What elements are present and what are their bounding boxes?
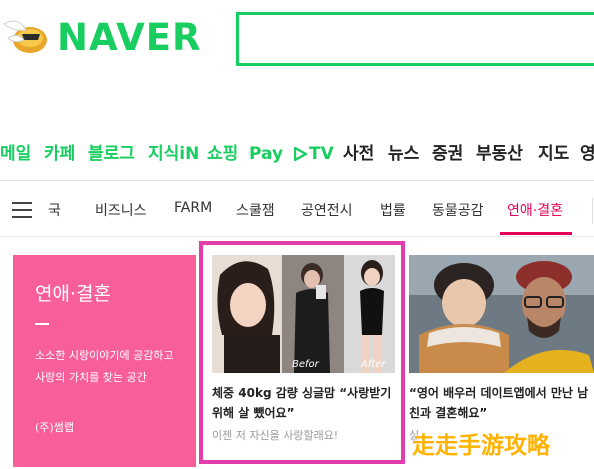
nav-cafe[interactable]: 카페	[44, 140, 75, 168]
article-thumbnail[interactable]: Befor After	[212, 255, 395, 373]
nav-blog[interactable]: 블로그	[88, 140, 135, 168]
category-tabs: 국 비즈니스 FARM 스쿨잼 공연전시 법률 동물공감 연애·결혼	[0, 196, 594, 228]
watermark: 走走手游攻略	[412, 433, 550, 459]
nav-tv[interactable]: TV	[294, 140, 334, 168]
article-thumbnail[interactable]	[409, 255, 594, 373]
play-icon	[294, 147, 307, 161]
promo-dash	[35, 323, 49, 325]
after-label: After	[361, 359, 386, 370]
tab-partial[interactable]: 국	[48, 200, 61, 220]
mascot-icon	[3, 20, 47, 53]
active-tab-indicator	[500, 232, 572, 235]
nav-map[interactable]: 지도	[538, 140, 569, 168]
nav-stock[interactable]: 증권	[432, 140, 463, 168]
tab-animal[interactable]: 동물공감	[432, 200, 484, 220]
article-title[interactable]: “영어 배우러 데이트앱에서 만난 남친과 결혼해요”	[409, 383, 594, 423]
nav-news[interactable]: 뉴스	[388, 140, 419, 168]
article-card[interactable]: Befor After 체중 40kg 감량 싱글맘 “사랑받기 위해 살 뺐어…	[212, 255, 395, 467]
nav-kin[interactable]: 지식iN	[148, 140, 199, 168]
article-title[interactable]: 체중 40kg 감량 싱글맘 “사랑받기 위해 살 뺐어요”	[212, 383, 395, 423]
divider	[0, 180, 594, 181]
search-input[interactable]	[236, 12, 594, 66]
promo-title: 연애·결혼	[35, 283, 111, 305]
nav-dictionary[interactable]: 사전	[343, 140, 374, 168]
nav-realestate[interactable]: 부동산	[476, 140, 523, 168]
divider	[0, 236, 594, 237]
tab-performance[interactable]: 공연전시	[301, 200, 353, 220]
logo-text: NAVER	[57, 16, 202, 59]
promo-card[interactable]: 연애·결혼 소소한 시랑이야기에 공감하고 사랑의 가치를 찾는 공간 (주)썸…	[13, 255, 196, 467]
nav-mail[interactable]: 메일	[0, 140, 31, 168]
nav-tv-label: TV	[309, 144, 334, 164]
tab-law[interactable]: 법률	[380, 200, 406, 220]
nav-pay[interactable]: Pay	[249, 140, 283, 168]
nav-shopping[interactable]: 쇼핑	[207, 140, 238, 168]
tab-business[interactable]: 비즈니스	[95, 200, 147, 220]
promo-description: 소소한 시랑이야기에 공감하고 사랑의 가치를 찾는 공간	[35, 349, 174, 384]
promo-source: (주)썸랩	[35, 421, 74, 434]
tab-schooljam[interactable]: 스쿨잼	[236, 200, 275, 220]
before-label: Befor	[292, 359, 319, 370]
article-subtitle: 이젠 저 자신을 사랑할래요!	[212, 429, 339, 442]
naver-logo[interactable]: NAVER	[0, 8, 215, 68]
nav-english[interactable]: 영	[580, 140, 594, 168]
service-nav: 메일 카페 블로그 지식iN 쇼핑 Pay TV 사전 뉴스 증권 부동산 지도…	[0, 140, 594, 168]
tab-romance-marriage[interactable]: 연애·결혼	[507, 200, 563, 220]
tab-separator	[592, 198, 593, 224]
tab-farm[interactable]: FARM	[174, 200, 212, 216]
